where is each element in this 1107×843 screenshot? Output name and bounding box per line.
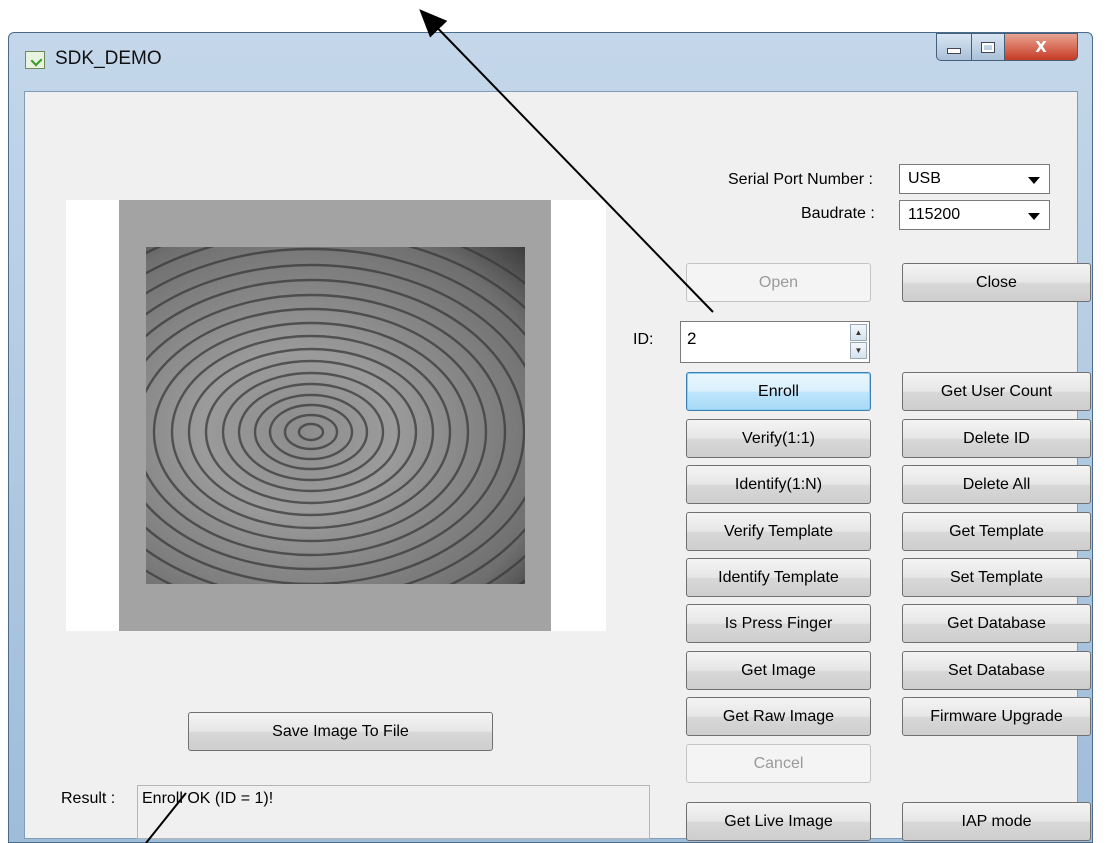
client-area: Save Image To File Result : Enroll OK (I… xyxy=(24,91,1091,841)
delete-all-button[interactable]: Delete All xyxy=(902,465,1091,504)
firmware-upgrade-button[interactable]: Firmware Upgrade xyxy=(902,697,1091,736)
maximize-icon xyxy=(981,41,995,53)
app-window: SDK_DEMO X Save Image To File Result: E… xyxy=(8,32,1093,843)
close-window-button[interactable]: X xyxy=(1004,33,1078,61)
get-database-button[interactable]: Get Database xyxy=(902,604,1091,643)
id-spinner[interactable]: 2 ▲ ▼ xyxy=(680,321,870,363)
open-button[interactable]: Open xyxy=(686,263,871,302)
baudrate-select[interactable]: 115200 xyxy=(899,200,1050,230)
app-icon xyxy=(25,51,45,69)
serial-port-select[interactable]: USB xyxy=(899,164,1050,194)
get-image-button[interactable]: Get Image xyxy=(686,651,871,690)
baudrate-label: Baudrate : xyxy=(801,205,875,222)
is-press-finger-button[interactable]: Is Press Finger xyxy=(686,604,871,643)
serial-port-label: Serial Port Number : xyxy=(728,171,873,188)
identify-button[interactable]: Identify(1:N) xyxy=(686,465,871,504)
verify-template-button[interactable]: Verify Template xyxy=(686,512,871,551)
delete-id-button[interactable]: Delete ID xyxy=(902,419,1091,458)
id-value: 2 xyxy=(687,329,697,348)
spin-up-icon[interactable]: ▲ xyxy=(850,324,867,341)
minimize-icon xyxy=(947,48,961,54)
save-image-button[interactable]: Save Image To File xyxy=(188,712,493,751)
set-database-button[interactable]: Set Database xyxy=(902,651,1091,690)
window-title: SDK_DEMO xyxy=(55,48,162,69)
fingerprint-image-panel xyxy=(66,200,606,631)
chevron-down-icon xyxy=(1028,177,1040,184)
verify-button[interactable]: Verify(1:1) xyxy=(686,419,871,458)
maximize-button[interactable] xyxy=(971,33,1005,61)
close-icon: X xyxy=(1035,38,1047,56)
set-template-button[interactable]: Set Template xyxy=(902,558,1091,597)
enroll-button[interactable]: Enroll xyxy=(686,372,871,411)
get-raw-image-button[interactable]: Get Raw Image xyxy=(686,697,871,736)
minimize-button[interactable] xyxy=(936,33,972,61)
cancel-button[interactable]: Cancel xyxy=(686,744,871,783)
result-text: Enroll OK (ID = 1)! xyxy=(137,785,650,839)
image-frame xyxy=(119,200,551,631)
spin-down-icon[interactable]: ▼ xyxy=(850,342,867,359)
identify-template-button[interactable]: Identify Template xyxy=(686,558,871,597)
get-user-count-button[interactable]: Get User Count xyxy=(902,372,1091,411)
result-label: Result : xyxy=(61,790,116,807)
title-bar: SDK_DEMO X xyxy=(9,33,1092,91)
serial-port-value: USB xyxy=(908,170,941,187)
fingerprint-ridges xyxy=(146,247,525,584)
id-label: ID: xyxy=(633,331,654,348)
fingerprint-image xyxy=(146,247,525,584)
iap-mode-button[interactable]: IAP mode xyxy=(902,802,1091,841)
get-template-button[interactable]: Get Template xyxy=(902,512,1091,551)
chevron-down-icon xyxy=(1028,213,1040,220)
get-live-image-button[interactable]: Get Live Image xyxy=(686,802,871,841)
baudrate-value: 115200 xyxy=(908,206,961,223)
close-button[interactable]: Close xyxy=(902,263,1091,302)
